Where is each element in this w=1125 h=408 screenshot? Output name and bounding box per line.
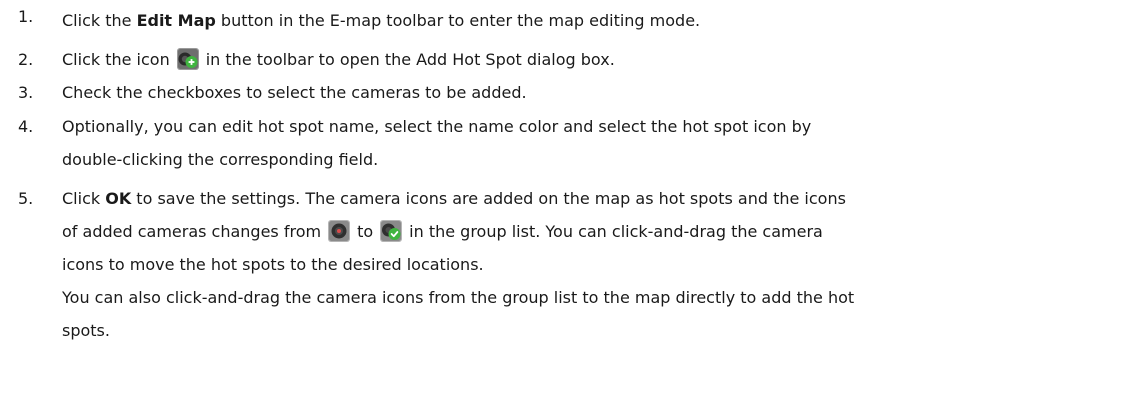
step-3: 3. Check the checkboxes to select the ca… — [0, 76, 1125, 109]
camera-icon — [327, 219, 351, 243]
step-5: 5. Click OK to save the settings. The ca… — [0, 182, 1125, 281]
step-text: Click — [62, 189, 106, 208]
step-text: Click the — [62, 11, 137, 30]
step-text: button in the E-map toolbar to enter the… — [215, 11, 701, 30]
step-number: 2. — [18, 50, 34, 69]
step-number: 5. — [18, 189, 34, 208]
note-text: spots. — [62, 321, 110, 340]
step-text: in the group list. You can click-and-dra… — [409, 222, 823, 241]
step-text: Click the icon — [62, 50, 170, 69]
instruction-document: 1. Click the Edit Map button in the E-ma… — [0, 0, 1125, 408]
step-2: 2. Click the icon in the toolbar to open… — [0, 43, 1125, 76]
note-text: You can also click-and-drag the camera i… — [62, 288, 855, 307]
step-text: icons to move the hot spots to the desir… — [62, 255, 484, 274]
step-text: double-clicking the corresponding field. — [62, 150, 379, 169]
note-paragraph: You can also click-and-drag the camera i… — [0, 281, 1125, 347]
add-hot-spot-icon — [176, 47, 200, 71]
camera-added-icon — [379, 219, 403, 243]
step-text: Optionally, you can edit hot spot name, … — [62, 117, 812, 136]
step-text: to save the settings. The camera icons a… — [131, 189, 846, 208]
step-text: to — [357, 222, 374, 241]
step-4: 4. Optionally, you can edit hot spot nam… — [0, 110, 1125, 176]
step-number: 3. — [18, 83, 34, 102]
step-number: 1. — [18, 7, 34, 26]
step-1: 1. Click the Edit Map button in the E-ma… — [0, 0, 1125, 37]
step-text: of added cameras changes from — [62, 222, 322, 241]
ok-label: OK — [105, 189, 132, 208]
step-number: 4. — [18, 117, 34, 136]
step-text: in the toolbar to open the Add Hot Spot … — [205, 50, 615, 69]
step-text: Check the checkboxes to select the camer… — [62, 83, 527, 102]
edit-map-label: Edit Map — [136, 11, 216, 30]
